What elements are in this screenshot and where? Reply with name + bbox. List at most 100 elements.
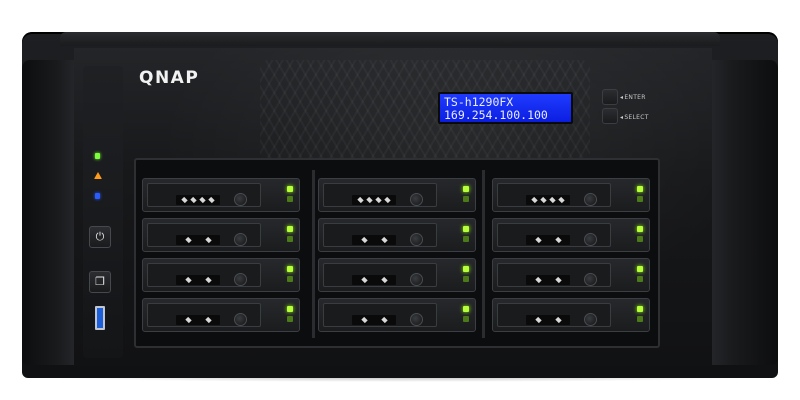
tray-latch[interactable]	[176, 195, 220, 205]
drive-status-led	[287, 236, 293, 242]
tray-lock-icon[interactable]	[234, 273, 247, 286]
latch-arrow-icon	[181, 196, 188, 204]
lcd-display: TS-h1290FX 169.254.100.100	[438, 92, 573, 124]
tray-front	[323, 183, 437, 207]
lcd-line-ip: 169.254.100.100	[444, 108, 548, 122]
tray-latch[interactable]	[526, 235, 570, 245]
drive-led-group	[637, 183, 644, 208]
tray-lock-icon[interactable]	[234, 313, 247, 326]
drive-tray[interactable]	[142, 178, 300, 212]
power-button[interactable]: ⏻	[89, 226, 111, 248]
latch-arrow-icon	[199, 196, 206, 204]
brand-logo: QNAP	[139, 68, 200, 88]
tray-latch[interactable]	[352, 235, 396, 245]
tray-lock-icon[interactable]	[410, 273, 423, 286]
tray-lock-icon[interactable]	[234, 233, 247, 246]
tray-latch[interactable]	[176, 235, 220, 245]
latch-arrow-icon	[375, 196, 382, 204]
drive-tray[interactable]	[318, 258, 476, 292]
latch-arrow-icon	[381, 236, 388, 244]
tray-lock-icon[interactable]	[584, 193, 597, 206]
drive-tray[interactable]	[142, 218, 300, 252]
latch-arrow-icon	[361, 236, 368, 244]
latch-arrow-icon	[205, 276, 212, 284]
latch-arrow-icon	[555, 236, 562, 244]
copy-icon: ❐	[95, 275, 105, 288]
drive-status-led	[287, 276, 293, 282]
drive-status-led	[637, 316, 643, 322]
drive-status-led	[637, 236, 643, 242]
latch-arrow-icon	[357, 196, 364, 204]
latch-arrow-icon	[535, 276, 542, 284]
drive-tray[interactable]	[492, 178, 650, 212]
latch-arrow-icon	[549, 196, 556, 204]
drive-status-led	[463, 236, 469, 242]
tray-lock-icon[interactable]	[410, 193, 423, 206]
tray-latch[interactable]	[176, 275, 220, 285]
status-led-system	[95, 153, 100, 159]
latch-arrow-icon	[384, 196, 391, 204]
drive-status-led	[463, 226, 469, 232]
drive-tray[interactable]	[492, 218, 650, 252]
tray-lock-icon[interactable]	[584, 273, 597, 286]
tray-latch[interactable]	[176, 315, 220, 325]
drive-status-led	[637, 186, 643, 192]
tray-lock-icon[interactable]	[584, 233, 597, 246]
drive-status-led	[463, 196, 469, 202]
latch-arrow-icon	[531, 196, 538, 204]
drive-tray[interactable]	[318, 218, 476, 252]
bay-divider	[312, 170, 315, 338]
latch-arrow-icon	[205, 236, 212, 244]
usb-port[interactable]	[95, 306, 105, 330]
tray-latch[interactable]	[352, 315, 396, 325]
latch-arrow-icon	[190, 196, 197, 204]
copy-button[interactable]: ❐	[89, 271, 111, 293]
drive-tray[interactable]	[492, 258, 650, 292]
tray-lock-icon[interactable]	[584, 313, 597, 326]
drive-status-led	[637, 306, 643, 312]
tray-front	[497, 183, 611, 207]
drive-status-led	[287, 316, 293, 322]
drive-led-group	[463, 263, 470, 288]
status-led-blue	[95, 193, 100, 199]
select-label: ◂SELECT	[620, 114, 649, 121]
latch-arrow-icon	[540, 196, 547, 204]
chassis-top-edge	[60, 32, 720, 46]
tray-latch[interactable]	[352, 195, 396, 205]
latch-arrow-icon	[535, 316, 542, 324]
tray-lock-icon[interactable]	[234, 193, 247, 206]
drive-led-group	[637, 263, 644, 288]
tray-lock-icon[interactable]	[410, 233, 423, 246]
drive-led-group	[287, 263, 294, 288]
latch-arrow-icon	[361, 276, 368, 284]
tray-front	[147, 303, 261, 327]
drive-status-led	[287, 306, 293, 312]
tray-latch[interactable]	[526, 275, 570, 285]
drive-tray[interactable]	[318, 178, 476, 212]
tray-front	[147, 223, 261, 247]
drive-tray[interactable]	[492, 298, 650, 332]
latch-arrow-icon	[366, 196, 373, 204]
drive-status-led	[463, 276, 469, 282]
latch-arrow-icon	[535, 236, 542, 244]
tray-latch[interactable]	[526, 315, 570, 325]
latch-arrow-icon	[185, 236, 192, 244]
enter-label: ◂ENTER	[620, 94, 646, 101]
tray-latch[interactable]	[352, 275, 396, 285]
drive-led-group	[287, 223, 294, 248]
tray-front	[497, 263, 611, 287]
enter-button[interactable]	[602, 89, 618, 105]
drive-status-led	[637, 226, 643, 232]
select-button[interactable]	[602, 108, 618, 124]
latch-arrow-icon	[361, 316, 368, 324]
drive-status-led	[287, 196, 293, 202]
drive-tray[interactable]	[318, 298, 476, 332]
drive-status-led	[287, 266, 293, 272]
drive-tray[interactable]	[142, 298, 300, 332]
latch-arrow-icon	[185, 316, 192, 324]
drive-led-group	[463, 303, 470, 328]
tray-lock-icon[interactable]	[410, 313, 423, 326]
drive-status-led	[637, 276, 643, 282]
tray-latch[interactable]	[526, 195, 570, 205]
drive-tray[interactable]	[142, 258, 300, 292]
